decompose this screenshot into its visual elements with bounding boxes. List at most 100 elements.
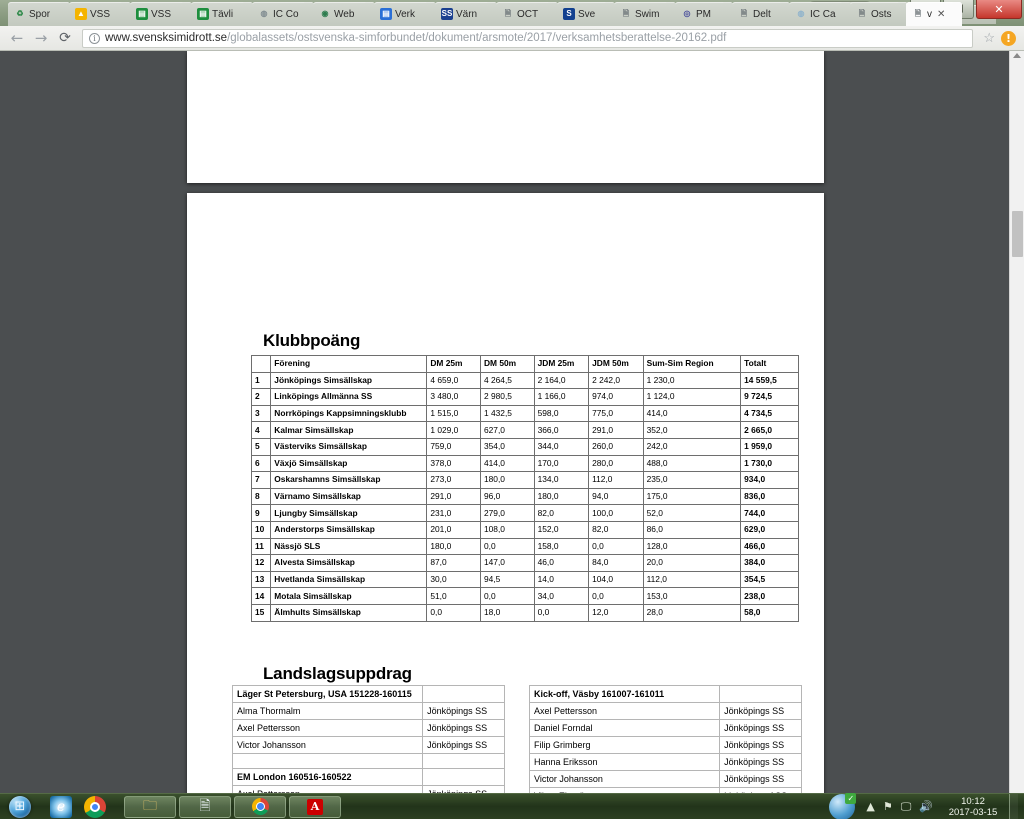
table-cell: 1 124,0 xyxy=(642,388,742,406)
bookmark-star-icon[interactable]: ☆ xyxy=(979,30,999,46)
participant-club xyxy=(719,685,802,703)
browser-tab-2[interactable]: ▤ VSS xyxy=(130,2,192,26)
table-cell: 759,0 xyxy=(426,437,481,456)
table-cell: 128,0 xyxy=(642,537,742,556)
page-info-icon[interactable]: i xyxy=(89,32,100,44)
start-button[interactable] xyxy=(0,794,40,819)
pdf-document-task-button[interactable]: 🗎 xyxy=(179,795,231,818)
participant-club xyxy=(422,753,505,769)
target-icon: ◎ xyxy=(683,9,691,18)
close-button[interactable]: ✕ xyxy=(976,0,1022,19)
s-logo-icon: S xyxy=(563,8,575,20)
clock[interactable]: 10:12 2017-03-15 xyxy=(944,796,1002,818)
table-cell: Kalmar Simsällskap xyxy=(270,421,428,439)
event-header-row: Kick-off, Väsby 161007-161011 xyxy=(528,685,802,703)
participant-row: Hanna Eriksson Jönköpings SS xyxy=(528,753,802,771)
klubbpoang-col-7: Totalt xyxy=(740,355,799,373)
show-hidden-icons-icon[interactable]: ▲ xyxy=(866,800,874,813)
browser-tab-4[interactable]: ◍ IC Co xyxy=(252,2,314,26)
table-cell: 153,0 xyxy=(642,587,742,605)
browser-tab-3[interactable]: ▤ Tävli xyxy=(191,2,253,26)
browser-tab-14[interactable]: 🗎 Osts xyxy=(850,2,908,26)
internet-explorer-icon[interactable]: e xyxy=(50,795,72,818)
volume-icon[interactable]: 🔊 xyxy=(919,800,933,813)
network-icon[interactable]: ⚑ xyxy=(883,800,893,813)
vertical-scrollbar[interactable] xyxy=(1009,51,1024,793)
table-cell: 84,0 xyxy=(588,554,644,572)
table-cell: Växjö Simsällskap xyxy=(270,454,428,473)
tab-label: OCT xyxy=(517,8,539,20)
participant-name: Victor Johansson xyxy=(231,736,424,754)
page-icon: 🗎 xyxy=(858,9,866,18)
browser-tab-9[interactable]: S Sve xyxy=(557,2,615,26)
back-icon[interactable]: ← xyxy=(6,27,28,49)
klubbpoang-col-4: JDM 25m xyxy=(533,355,590,373)
table-cell: 242,0 xyxy=(642,437,742,456)
table-row: 12 Alvesta Simsällskap 87,0 147,0 46,0 84,0 20… xyxy=(250,554,799,572)
file-explorer-task-button[interactable]: 🗀 xyxy=(124,795,176,818)
table-row: 10 Anderstorps Simsällskap 201,0 108,0 152,0… xyxy=(250,520,799,539)
browser-tab-10[interactable]: 🗎 Swim xyxy=(614,2,676,26)
page-icon: 🗎 xyxy=(740,9,748,18)
table-cell: 0,0 xyxy=(426,603,481,622)
table-row: 14 Motala Simsällskap 51,0 0,0 34,0 0,0 153,0 2… xyxy=(250,587,799,605)
url-text: www.svensksimidrott.se/globalassets/osts… xyxy=(105,32,726,44)
table-cell: 14 559,5 xyxy=(740,371,799,390)
profile-warning-icon[interactable]: ! xyxy=(1001,30,1016,46)
driver-notification-icon[interactable]: ✓ xyxy=(829,792,857,819)
browser-tab-1[interactable]: ▲ VSS xyxy=(69,2,131,26)
table-cell: 87,0 xyxy=(426,554,481,572)
participant-row: Axel PetterssonJönköpings SS xyxy=(231,785,505,793)
table-cell: 1 515,0 xyxy=(426,404,481,423)
table-cell: 46,0 xyxy=(533,554,590,572)
browser-tab-11[interactable]: ◎ PM xyxy=(675,2,733,26)
table-cell: 366,0 xyxy=(533,421,590,439)
windows-taskbar: e 🗀 🗎 A ✓ xyxy=(0,792,1024,819)
reload-icon[interactable]: ⟳ xyxy=(54,27,76,49)
browser-tab-12[interactable]: 🗎 Delt xyxy=(732,2,790,26)
adobe-reader-task-button[interactable]: A xyxy=(289,795,341,818)
table-row: 6 Växjö Simsällskap 378,0 414,0 170,0 280,0 48… xyxy=(250,454,799,473)
browser-tab-6[interactable]: ▤ Verk xyxy=(374,2,436,26)
pdf-page-current: Klubbpoäng Förening DM 25m DM 50m JDM 25m JD… xyxy=(187,193,824,793)
scrollbar-thumb[interactable] xyxy=(1012,211,1023,257)
scroll-up-arrow-icon[interactable] xyxy=(1013,53,1021,58)
browser-tab-5[interactable]: ◉ Web xyxy=(313,2,375,26)
browser-tab-7[interactable]: SS Värn xyxy=(435,2,497,26)
table-cell: 354,0 xyxy=(479,437,535,456)
table-cell: 158,0 xyxy=(533,537,590,556)
table-cell: 0,0 xyxy=(588,537,644,556)
tray-icons: ▲ ⚑ 🖵 🔊 xyxy=(862,800,937,814)
table-cell: 414,0 xyxy=(642,404,742,423)
show-desktop-button[interactable] xyxy=(1009,793,1018,819)
browser-tab-13[interactable]: ◍ IC Ca xyxy=(789,2,851,26)
table-row: 8 Värnamo Simsällskap 291,0 96,0 180,0 94,0 17… xyxy=(250,487,799,506)
tab-strip: ♻ Spor ▲ VSS ▤ VSS ▤ Tävli ◍ IC Co ◉ Web ▤ Verk SS Värn… xyxy=(0,0,1024,26)
table-cell: 58,0 xyxy=(740,603,799,622)
table-cell: 344,0 xyxy=(533,437,590,456)
table-cell: 384,0 xyxy=(740,554,799,572)
forward-icon[interactable]: → xyxy=(30,27,52,49)
browser-tab-15[interactable]: 🗎 v ✕ xyxy=(906,2,962,26)
chrome-icon[interactable] xyxy=(84,795,106,818)
chrome-task-button[interactable] xyxy=(234,795,286,818)
table-cell: 180,0 xyxy=(479,471,535,489)
table-cell: 10 xyxy=(250,520,272,539)
table-cell: Motala Simsällskap xyxy=(270,587,428,605)
address-bar[interactable]: i www.svensksimidrott.se/globalassets/os… xyxy=(82,28,974,48)
table-cell: 1 xyxy=(250,371,272,390)
url-domain: www.svensksimidrott.se xyxy=(105,32,228,44)
browser-tab-8[interactable]: 🗎 OCT xyxy=(496,2,558,26)
action-center-icon[interactable]: 🖵 xyxy=(901,800,912,814)
table-cell: 86,0 xyxy=(642,520,742,539)
tab-close-icon[interactable]: ✕ xyxy=(937,9,945,20)
table-cell: 466,0 xyxy=(740,537,799,556)
table-cell: 4 xyxy=(250,421,272,439)
table-cell: 82,0 xyxy=(588,520,644,539)
browser-tab-0[interactable]: ♻ Spor xyxy=(8,2,70,26)
table-cell: 112,0 xyxy=(642,570,742,589)
table-cell: 280,0 xyxy=(588,454,644,473)
participant-row: Alma Thormalm Jönköpings SS xyxy=(231,702,505,720)
table-row: 5 Västerviks Simsällskap 759,0 354,0 344,0 26… xyxy=(250,437,799,456)
table-cell: 94,0 xyxy=(588,487,644,506)
